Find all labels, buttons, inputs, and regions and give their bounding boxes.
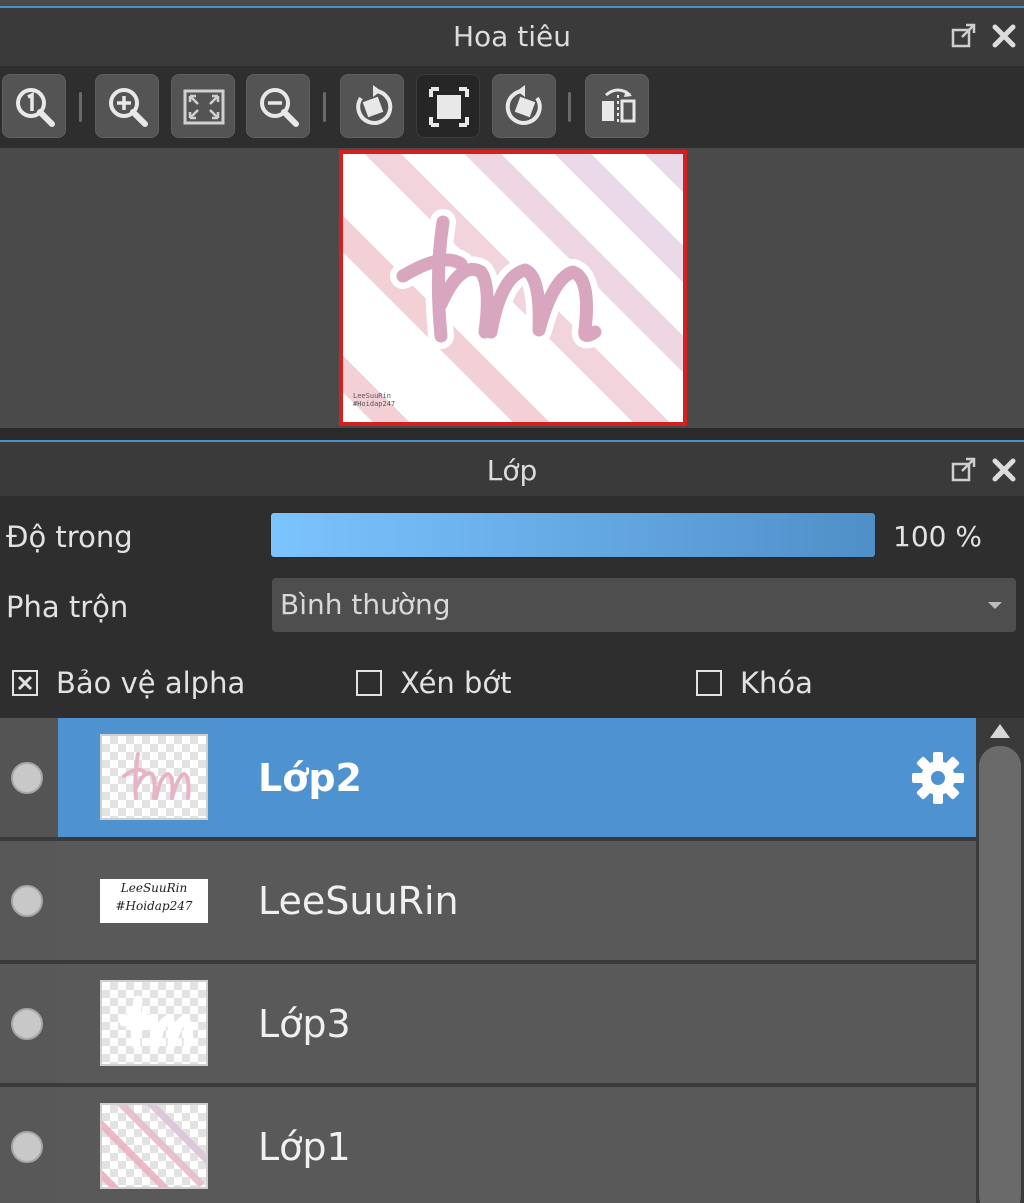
close-icon[interactable] bbox=[990, 456, 1018, 484]
layer-thumbnail: LeeSuuRin #Hoidap247 bbox=[100, 879, 208, 923]
clipping-checkbox[interactable]: Xén bớt bbox=[356, 666, 556, 700]
popout-icon[interactable] bbox=[950, 22, 978, 50]
layer-properties: Độ trong 100 % Pha trộn Bình thường Bảo … bbox=[0, 496, 1024, 718]
layer-list-scrollbar[interactable] bbox=[976, 718, 1024, 1203]
reset-view-button[interactable] bbox=[416, 74, 480, 138]
clipping-label: Xén bớt bbox=[400, 666, 512, 700]
fit-to-window-button[interactable] bbox=[171, 74, 235, 138]
layer-thumbnail bbox=[100, 980, 208, 1066]
layer-name: Lớp2 bbox=[258, 756, 362, 800]
rotate-right-icon bbox=[505, 85, 542, 125]
thumbnail-line: LeeSuuRin bbox=[120, 881, 188, 895]
layer-thumbnail bbox=[100, 734, 208, 820]
blend-mode-value: Bình thường bbox=[280, 588, 451, 621]
zoom-1-icon bbox=[16, 88, 55, 127]
zoom-out-icon bbox=[260, 88, 299, 127]
protect-alpha-checkbox[interactable]: Bảo vệ alpha bbox=[12, 666, 272, 700]
rotate-left-button[interactable] bbox=[340, 74, 404, 138]
zoom-in-icon bbox=[109, 88, 148, 127]
watermark-line: #Hoidap247 bbox=[353, 400, 396, 408]
navigator-area[interactable]: LeeSuuRin #Hoidap247 bbox=[0, 148, 1024, 428]
blend-mode-select[interactable]: Bình thường bbox=[272, 578, 1016, 632]
flip-horizontal-icon bbox=[602, 88, 636, 125]
gear-icon[interactable] bbox=[910, 750, 966, 806]
layer-panel-header: Lớp bbox=[0, 440, 1024, 500]
canvas-preview[interactable]: LeeSuuRin #Hoidap247 bbox=[339, 150, 687, 426]
toolbar-separator bbox=[323, 92, 326, 122]
rotate-left-icon bbox=[356, 85, 393, 125]
visibility-column bbox=[0, 1087, 58, 1203]
visibility-column bbox=[0, 841, 58, 960]
checkbox-box bbox=[696, 670, 722, 696]
layer-thumbnail-image bbox=[119, 995, 193, 1049]
toolbar-separator bbox=[79, 92, 82, 122]
visibility-column bbox=[0, 964, 58, 1083]
opacity-slider[interactable] bbox=[270, 512, 876, 558]
toolbar-separator bbox=[568, 92, 571, 122]
opacity-slider-fill bbox=[271, 513, 875, 557]
zoom-out-button[interactable] bbox=[246, 74, 310, 138]
zoom-in-button[interactable] bbox=[95, 74, 159, 138]
scrollbar-thumb[interactable] bbox=[979, 746, 1021, 1203]
layer-panel-title: Lớp bbox=[486, 454, 538, 487]
layer-name: LeeSuuRin bbox=[258, 879, 459, 923]
canvas-preview-image bbox=[343, 154, 683, 422]
layer-row[interactable]: LeeSuuRin #Hoidap247 LeeSuuRin bbox=[0, 841, 976, 962]
rotate-right-button[interactable] bbox=[492, 74, 556, 138]
watermark-text: LeeSuuRin #Hoidap247 bbox=[353, 392, 395, 408]
navigator-toolbar bbox=[0, 66, 1024, 148]
layer-row[interactable]: Lớp3 bbox=[0, 964, 976, 1085]
checkbox-box bbox=[12, 670, 38, 696]
layer-name: Lớp3 bbox=[258, 1002, 351, 1046]
lock-checkbox[interactable]: Khóa bbox=[696, 666, 856, 700]
zoom-actual-size-button[interactable] bbox=[2, 74, 66, 138]
popout-icon[interactable] bbox=[950, 456, 978, 484]
navigator-panel-header: Hoa tiêu bbox=[0, 6, 1024, 66]
checkbox-x-icon bbox=[17, 675, 33, 691]
close-icon[interactable] bbox=[990, 22, 1018, 50]
visibility-toggle[interactable] bbox=[11, 762, 43, 794]
lock-label: Khóa bbox=[740, 666, 813, 700]
visibility-column bbox=[0, 718, 58, 837]
thumbnail-line: #Hoidap247 bbox=[115, 899, 193, 913]
layer-thumbnail-image bbox=[102, 1105, 206, 1187]
opacity-label: Độ trong bbox=[6, 520, 133, 554]
checkbox-box bbox=[356, 670, 382, 696]
flip-horizontal-button[interactable] bbox=[585, 74, 649, 138]
visibility-toggle[interactable] bbox=[11, 885, 43, 917]
visibility-toggle[interactable] bbox=[11, 1131, 43, 1163]
chevron-down-icon bbox=[988, 602, 1002, 609]
layer-thumbnail-text: LeeSuuRin #Hoidap247 bbox=[100, 879, 208, 915]
layer-row[interactable]: Lớp1 bbox=[0, 1087, 976, 1203]
layer-row[interactable]: Lớp2 bbox=[0, 718, 976, 839]
layer-thumbnail bbox=[100, 1103, 208, 1189]
fit-screen-icon bbox=[183, 89, 225, 125]
layer-list: Lớp2 LeeSuuRin #Hoidap247 LeeSuuRin Lớp3… bbox=[0, 718, 976, 1203]
layer-name: Lớp1 bbox=[258, 1125, 351, 1169]
scroll-up-arrow-icon[interactable] bbox=[990, 724, 1010, 738]
reset-view-icon bbox=[429, 87, 469, 127]
opacity-value: 100 % bbox=[893, 520, 982, 553]
protect-alpha-label: Bảo vệ alpha bbox=[56, 666, 246, 700]
watermark-line: LeeSuuRin bbox=[353, 392, 391, 400]
layer-thumbnail-image bbox=[122, 752, 191, 800]
navigator-title: Hoa tiêu bbox=[453, 20, 571, 53]
blend-mode-label: Pha trộn bbox=[6, 590, 129, 624]
visibility-toggle[interactable] bbox=[11, 1008, 43, 1040]
